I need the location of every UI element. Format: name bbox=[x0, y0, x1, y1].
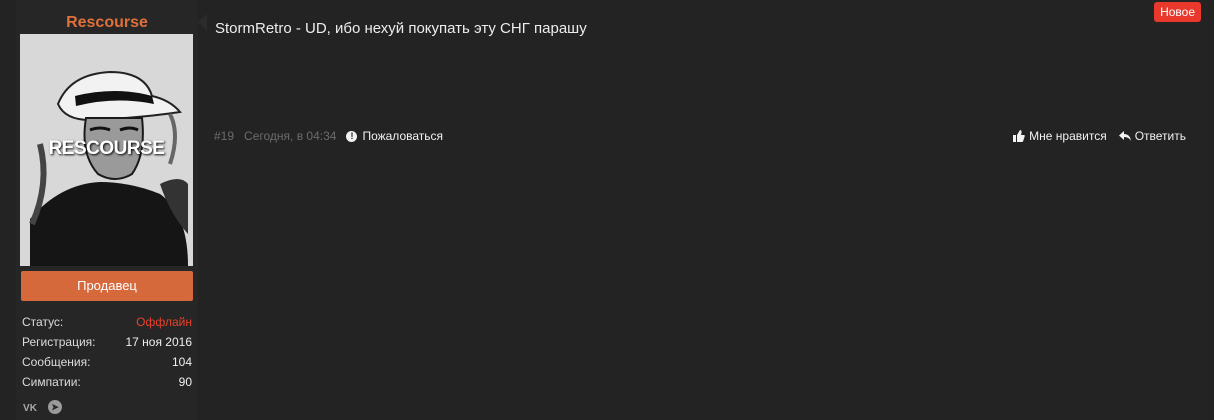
post-actions: Мне нравится Ответить bbox=[1013, 129, 1186, 143]
post-number[interactable]: #19 bbox=[214, 129, 234, 143]
user-stats: Статус: Оффлайн Регистрация: 17 ноя 2016… bbox=[22, 312, 192, 392]
stat-value: Оффлайн bbox=[136, 315, 192, 329]
post-date[interactable]: Сегодня, в 04:34 bbox=[244, 129, 336, 143]
stat-value: 17 ноя 2016 bbox=[125, 335, 192, 349]
reply-icon bbox=[1118, 131, 1131, 141]
exclamation-icon: ! bbox=[346, 130, 358, 142]
role-badge: Продавец bbox=[21, 271, 193, 301]
telegram-icon[interactable]: ➤ bbox=[48, 400, 62, 414]
stat-status: Статус: Оффлайн bbox=[22, 312, 192, 332]
stat-value: 104 bbox=[171, 355, 192, 369]
stat-label: Регистрация: bbox=[22, 335, 96, 349]
social-links: VK ➤ bbox=[22, 400, 62, 416]
report-link[interactable]: ! Пожаловаться bbox=[346, 129, 443, 143]
stat-label: Статус: bbox=[22, 315, 64, 329]
report-label: Пожаловаться bbox=[362, 129, 444, 143]
post-meta: #19 Сегодня, в 04:34 ! Пожаловаться bbox=[214, 129, 443, 143]
vk-icon[interactable]: VK bbox=[22, 400, 38, 416]
thumbs-up-icon bbox=[1013, 130, 1025, 142]
stat-registration: Регистрация: 17 ноя 2016 bbox=[22, 332, 192, 352]
post-arrow bbox=[198, 14, 207, 30]
stat-label: Сообщения: bbox=[22, 355, 91, 369]
post-message: StormRetro - UD, ибо нехуй покупать эту … bbox=[215, 20, 587, 37]
user-sidebar: Rescourse RESCOURSE Продавец Статус: Офф… bbox=[16, 0, 198, 420]
stat-label: Симпатии: bbox=[22, 375, 81, 389]
stat-messages: Сообщения: 104 bbox=[22, 352, 192, 372]
reply-label: Ответить bbox=[1134, 129, 1186, 143]
avatar-text: RESCOURSE bbox=[48, 138, 165, 159]
stat-likes: Симпатии: 90 bbox=[22, 372, 192, 392]
like-label: Мне нравится bbox=[1029, 129, 1107, 143]
avatar[interactable]: RESCOURSE bbox=[20, 34, 193, 266]
like-button[interactable]: Мне нравится bbox=[1013, 129, 1107, 143]
new-badge: Новое bbox=[1154, 2, 1201, 22]
reply-button[interactable]: Ответить bbox=[1118, 129, 1186, 143]
username-link[interactable]: Rescourse bbox=[16, 14, 198, 32]
stat-value: 90 bbox=[178, 375, 192, 389]
